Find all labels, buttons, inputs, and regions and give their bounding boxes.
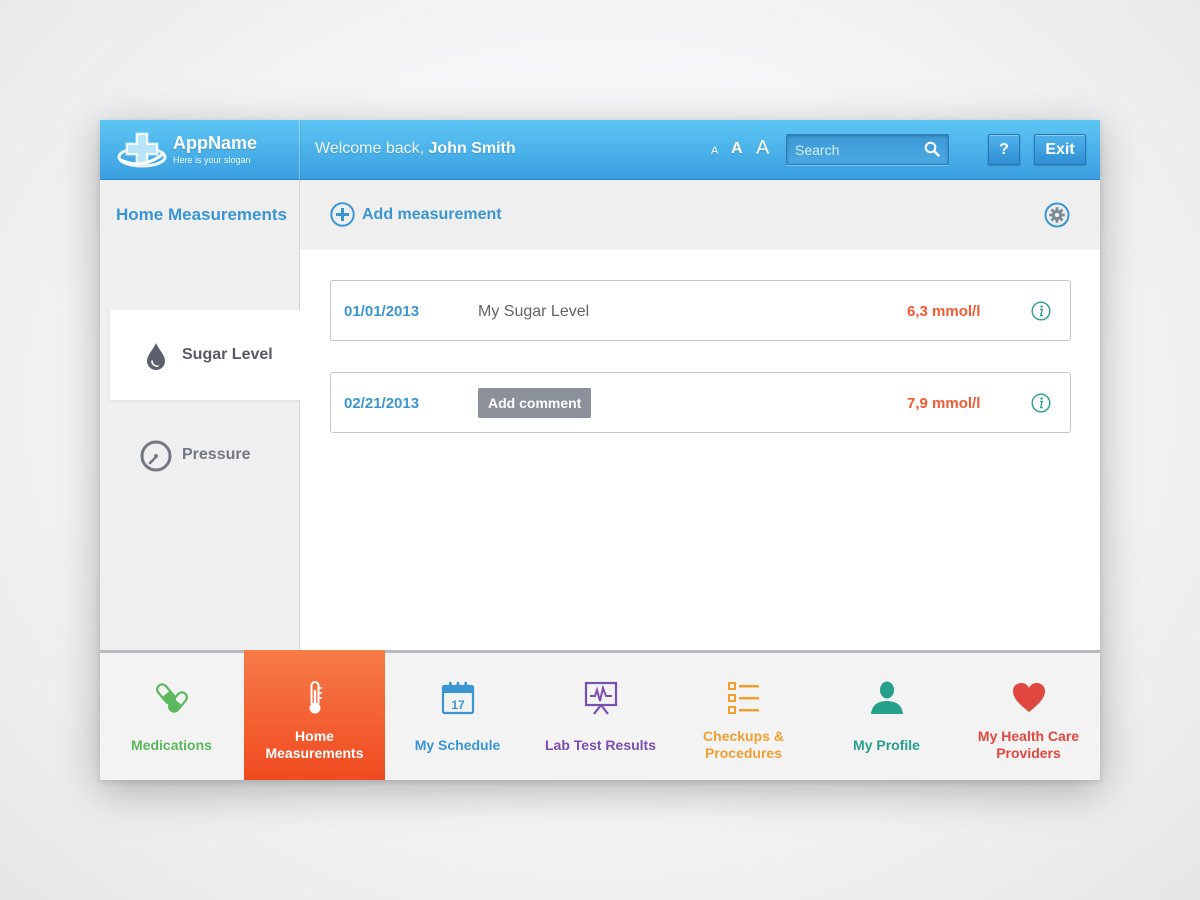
measurement-date: 01/01/2013 [344, 303, 420, 320]
tab-checkups-procedures[interactable]: Checkups & Procedures [672, 653, 815, 780]
tab-home-measurements[interactable]: Home Measurements [244, 650, 385, 780]
section-title: Home Measurements [116, 205, 288, 224]
tab-label: Lab Test Results [545, 736, 656, 753]
user-name: John Smith [428, 140, 516, 157]
sidebar-item-label: Sugar Level [182, 346, 273, 363]
tab-label: My Schedule [414, 736, 501, 753]
gauge-icon [140, 440, 172, 472]
tab-label: My Health Care Providers [977, 728, 1080, 761]
welcome-message: Welcome back, John Smith [315, 140, 516, 158]
font-size-large-button[interactable]: A [756, 137, 769, 160]
app-window: AppName Here is your slogan Welcome back… [100, 120, 1100, 780]
measurement-row[interactable]: 02/21/2013 Add comment 7,9 mmol/l [330, 372, 1071, 433]
search-box [786, 134, 949, 165]
calendar-icon: 17 [441, 682, 474, 715]
tab-my-health-care-providers[interactable]: My Health Care Providers [957, 653, 1100, 780]
search-input[interactable] [787, 135, 917, 164]
tab-label: My Profile [853, 736, 920, 753]
tab-my-profile[interactable]: My Profile [815, 653, 958, 780]
app-slogan: Here is your slogan [173, 155, 251, 165]
add-measurement-label: Add measurement [362, 205, 502, 223]
person-icon [870, 681, 903, 714]
tab-label: Medications [131, 736, 212, 753]
tab-label: Home Measurements [265, 728, 364, 761]
info-icon[interactable] [1031, 393, 1051, 413]
pills-icon [155, 683, 188, 713]
gear-icon[interactable] [1044, 202, 1070, 228]
bottom-nav: Medications Home Measurements 17 My Sche… [100, 650, 1100, 780]
measurements-list: 01/01/2013 My Sugar Level 6,3 mmol/l 02/… [300, 250, 1100, 650]
heart-icon [1012, 683, 1045, 712]
font-size-medium-button[interactable]: A [731, 140, 743, 158]
thermometer-icon [309, 681, 322, 714]
tab-medications[interactable]: Medications [100, 653, 243, 780]
top-header: AppName Here is your slogan Welcome back… [100, 120, 1100, 180]
sidebar-item-pressure[interactable]: Pressure [110, 410, 300, 500]
drop-icon [147, 343, 165, 370]
medical-cross-logo-icon [117, 132, 167, 168]
measurement-row[interactable]: 01/01/2013 My Sugar Level 6,3 mmol/l [330, 280, 1071, 341]
calendar-day: 17 [451, 698, 465, 712]
info-icon[interactable] [1031, 301, 1051, 321]
font-size-small-button[interactable]: A [711, 145, 718, 157]
plus-circle-icon [330, 202, 355, 227]
add-comment-button[interactable]: Add comment [478, 388, 592, 418]
measurement-value: 7,9 mmol/l [907, 395, 981, 412]
measurement-date: 02/21/2013 [344, 395, 420, 412]
tab-lab-test-results[interactable]: Lab Test Results [529, 653, 672, 780]
welcome-prefix: Welcome back, [315, 140, 429, 157]
left-sidebar: Home Measurements Sugar Level Pressure [100, 180, 300, 650]
measurement-value: 6,3 mmol/l [907, 303, 981, 320]
tab-label: Checkups & Procedures [703, 728, 784, 761]
search-icon[interactable] [924, 141, 940, 157]
chart-board-icon [584, 681, 617, 715]
tab-my-schedule[interactable]: 17 My Schedule [386, 653, 529, 780]
add-measurement-button[interactable]: Add measurement [330, 202, 502, 227]
app-name: AppName [173, 133, 258, 153]
sidebar-item-sugar-level[interactable]: Sugar Level [110, 310, 300, 400]
sidebar-item-label: Pressure [182, 446, 251, 463]
help-button[interactable]: ? [988, 134, 1020, 165]
content-toolbar: Add measurement [300, 180, 1100, 250]
logo-area[interactable]: AppName Here is your slogan [100, 120, 300, 180]
exit-button[interactable]: Exit [1034, 134, 1086, 165]
measurement-name: My Sugar Level [478, 303, 590, 320]
checklist-icon [727, 682, 759, 714]
